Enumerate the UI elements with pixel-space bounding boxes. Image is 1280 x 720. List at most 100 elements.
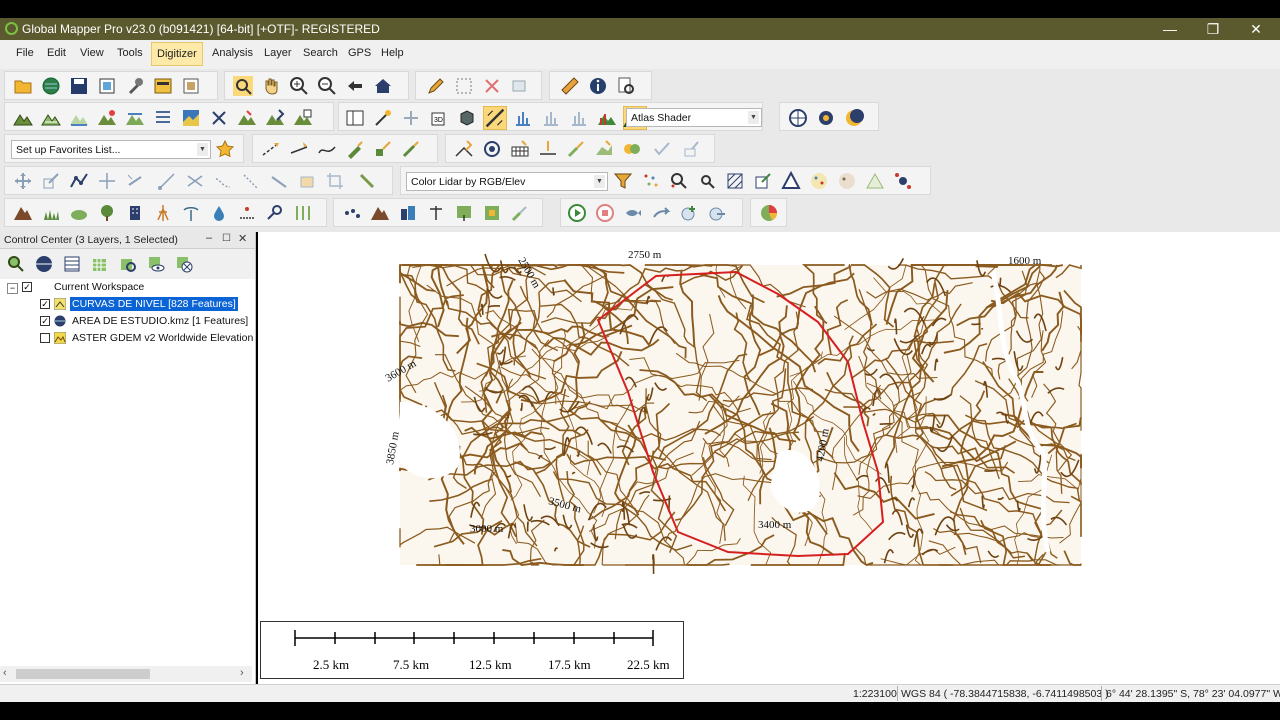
noise-dots-icon[interactable]	[837, 171, 857, 191]
lidar-icon[interactable]	[513, 108, 533, 128]
points-icon[interactable]	[342, 203, 362, 223]
star-icon[interactable]	[215, 139, 235, 159]
home-icon[interactable]	[373, 76, 393, 96]
view-shed-icon[interactable]	[97, 108, 117, 128]
moon-icon[interactable]	[844, 108, 864, 128]
vertex-edit-icon[interactable]	[454, 139, 474, 159]
minimize-button[interactable]: —	[1150, 20, 1190, 38]
scroll-left-icon[interactable]: ‹	[3, 667, 7, 679]
contour-icon[interactable]	[41, 108, 61, 128]
layer-visibility-icon[interactable]	[146, 254, 166, 274]
layer-search-icon[interactable]	[118, 254, 138, 274]
point-cloud-icon[interactable]	[641, 171, 661, 191]
cluster-icon[interactable]	[893, 171, 913, 191]
flatten-icon[interactable]	[153, 108, 173, 128]
move-icon[interactable]	[13, 171, 33, 191]
favorites-select[interactable]: Set up Favorites List... ▼	[11, 140, 211, 159]
layer-table-icon[interactable]	[62, 254, 82, 274]
curve-line-icon[interactable]	[317, 139, 337, 159]
shader-select[interactable]: Atlas Shader ▼	[626, 108, 762, 127]
layer-remove-icon[interactable]	[174, 254, 194, 274]
classify-dots-icon[interactable]	[809, 171, 829, 191]
map-canvas[interactable]: 2750 m 1600 m 3850 m 3600 m 2500 m 3500 …	[258, 232, 1280, 684]
layer-aster-gdem[interactable]: ASTER GDEM v2 Worldwide Elevation	[72, 332, 253, 344]
layer-checkbox[interactable]: ✓	[40, 299, 50, 309]
menu-search[interactable]: Search	[303, 47, 338, 59]
brush-line-icon[interactable]	[401, 139, 421, 159]
menu-layer[interactable]: Layer	[264, 47, 292, 59]
pan-hand-icon[interactable]	[261, 76, 281, 96]
menu-tools[interactable]: Tools	[117, 47, 143, 59]
warning-triangle-icon[interactable]	[781, 171, 801, 191]
maximize-button[interactable]: ❐	[1193, 20, 1233, 38]
panel-close-icon[interactable]: ✕	[238, 232, 247, 245]
rotate-icon[interactable]	[125, 171, 145, 191]
area-edit-icon[interactable]	[594, 139, 614, 159]
vertex-path-icon[interactable]	[69, 171, 89, 191]
layout-icon[interactable]	[345, 108, 365, 128]
map-layout-icon[interactable]	[181, 76, 201, 96]
grid-terrain-icon[interactable]	[293, 108, 313, 128]
scale-icon[interactable]	[41, 171, 61, 191]
cut-fill-icon[interactable]	[125, 108, 145, 128]
line-tool-a-icon[interactable]	[157, 171, 177, 191]
shrub-icon[interactable]	[69, 203, 89, 223]
tower-icon[interactable]	[153, 203, 173, 223]
palm-icon[interactable]	[181, 203, 201, 223]
water-drop-icon[interactable]	[209, 203, 229, 223]
ruler-line-icon[interactable]	[357, 171, 377, 191]
stop-icon[interactable]	[595, 203, 615, 223]
lidar-filter-icon[interactable]	[569, 108, 589, 128]
zoom-in-icon[interactable]	[289, 76, 309, 96]
buildings-icon[interactable]	[398, 203, 418, 223]
select-rect-icon[interactable]	[454, 76, 474, 96]
watershed-icon[interactable]	[69, 108, 89, 128]
path-profile-icon[interactable]	[373, 108, 393, 128]
area-tool-icon[interactable]	[297, 171, 317, 191]
online-data-globe-icon[interactable]	[788, 108, 808, 128]
drainage-icon[interactable]	[237, 203, 257, 223]
lidar-zoom-icon[interactable]	[697, 171, 717, 191]
zoom-tool-icon[interactable]	[233, 76, 253, 96]
grid-edit-icon[interactable]	[510, 139, 530, 159]
back-arrow-icon[interactable]	[345, 76, 365, 96]
layer-grid-icon[interactable]	[90, 254, 110, 274]
close-button[interactable]: ✕	[1236, 20, 1276, 38]
overlay-control-icon[interactable]	[153, 76, 173, 96]
move-vertex-icon[interactable]	[97, 171, 117, 191]
create-line-2-icon[interactable]	[289, 139, 309, 159]
filter-icon[interactable]	[613, 171, 633, 191]
key-search-icon[interactable]	[265, 203, 285, 223]
clip-icon[interactable]	[682, 139, 702, 159]
combine-areas-icon[interactable]	[622, 139, 642, 159]
menu-file[interactable]: File	[16, 47, 34, 59]
remove-waypoint-icon[interactable]	[707, 203, 727, 223]
tree-collapse-icon[interactable]: −	[7, 283, 18, 294]
line-tool-b-icon[interactable]	[185, 171, 205, 191]
menu-analysis[interactable]: Analysis	[212, 47, 253, 59]
layer-area-de-estudio[interactable]: AREA DE ESTUDIO.kmz [1 Features]	[72, 315, 248, 327]
lidar-color-select[interactable]: Color Lidar by RGB/Elev ▼	[406, 172, 608, 191]
terrain-icon[interactable]	[13, 108, 33, 128]
play-icon[interactable]	[567, 203, 587, 223]
track-arrow-icon[interactable]	[651, 203, 671, 223]
edit-points-icon[interactable]	[753, 171, 773, 191]
map-shade-icon[interactable]	[181, 108, 201, 128]
layer-checkbox[interactable]: ✓	[40, 316, 50, 326]
building-icon[interactable]	[125, 203, 145, 223]
menu-help[interactable]: Help	[381, 47, 404, 59]
scroll-right-icon[interactable]: ›	[240, 667, 244, 679]
panel-minimize-icon[interactable]: –	[206, 232, 212, 244]
grass-icon[interactable]	[41, 203, 61, 223]
target-icon[interactable]	[482, 139, 502, 159]
cross-tool-icon[interactable]	[209, 108, 229, 128]
map-pin-icon[interactable]	[454, 203, 474, 223]
layer-checkbox[interactable]	[40, 333, 50, 343]
menu-edit[interactable]: Edit	[47, 47, 66, 59]
lidar-search-icon[interactable]	[669, 171, 689, 191]
save-icon[interactable]	[69, 76, 89, 96]
layer-globe-icon[interactable]	[34, 254, 54, 274]
grid-dots-icon[interactable]	[293, 203, 313, 223]
menu-digitizer[interactable]: Digitizer	[151, 42, 203, 66]
line-tool-d-icon[interactable]	[241, 171, 261, 191]
